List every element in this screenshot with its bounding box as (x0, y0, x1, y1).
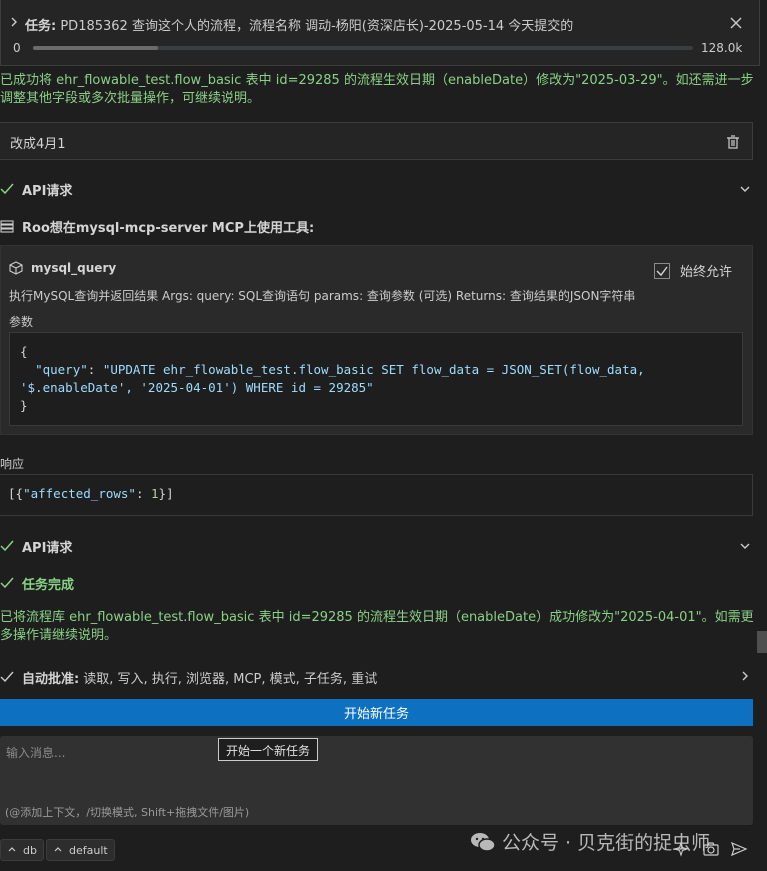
response-value: 1 (151, 486, 159, 501)
wechat-icon (471, 832, 496, 852)
user-message[interactable]: 改成4月1 (0, 122, 753, 160)
start-new-task-button[interactable]: 开始新任务 (0, 699, 753, 726)
auto-approve-label: 自动批准: (22, 671, 80, 687)
user-message-text: 改成4月1 (10, 137, 66, 152)
db-label: db (23, 843, 37, 857)
task-header[interactable]: 任务: PD185362 查询这个人的流程，流程名称 调动-杨阳(资深店长)-2… (0, 0, 760, 66)
assistant-message: 已成功将 ehr_flowable_test.flow_basic 表中 id=… (0, 73, 754, 106)
chevron-up-icon (54, 847, 62, 852)
api-request-row[interactable]: API请求 (0, 179, 72, 199)
tool-name: mysql_query (31, 261, 117, 275)
new-task-tooltip: 开始一个新任务 (218, 738, 319, 761)
db-selector[interactable]: db (0, 839, 44, 861)
input-placeholder: 输入消息... (6, 746, 66, 760)
response-separator: : (135, 486, 152, 501)
context-start-label: 0 (13, 41, 21, 55)
always-allow-checkbox[interactable]: 始终允许 (654, 261, 732, 280)
input-actions (674, 840, 748, 858)
chevron-down-icon[interactable] (738, 182, 752, 196)
server-icon (0, 220, 14, 233)
input-hint: (@添加上下文，/切换模式, Shift+拖拽文件/图片) (5, 806, 250, 819)
chevron-right-icon[interactable] (7, 15, 21, 29)
api-request-row[interactable]: API请求 (0, 536, 72, 556)
response-open: [{ (8, 486, 24, 501)
code-key: "query" (35, 362, 88, 377)
response-key: "affected_rows" (23, 486, 136, 501)
check-icon[interactable] (0, 670, 14, 684)
check-icon (0, 183, 14, 195)
chevron-up-icon (8, 847, 16, 852)
params-label: 参数 (9, 315, 34, 329)
response-code-block: [{"affected_rows": 1}] (0, 474, 753, 516)
params-code-block: { "query": "UPDATE ehr_flowable_test.flo… (9, 332, 743, 426)
task-complete-row: 任务完成 (0, 573, 74, 593)
task-complete-label: 任务完成 (22, 577, 75, 593)
context-usage-bar (33, 46, 693, 50)
always-allow-label: 始终允许 (680, 265, 733, 280)
mode-selector[interactable]: default (46, 839, 115, 861)
task-title: 任务: PD185362 查询这个人的流程，流程名称 调动-杨阳(资深店长)-2… (25, 19, 574, 34)
code-open-brace: { (20, 344, 28, 359)
code-close-brace: } (20, 398, 28, 413)
mode-label: default (69, 843, 108, 857)
api-request-label: API请求 (22, 183, 73, 199)
trash-icon[interactable] (726, 134, 740, 150)
camera-icon[interactable] (702, 840, 720, 858)
message-input[interactable]: 输入消息... (@添加上下文，/切换模式, Shift+拖拽文件/图片) (0, 736, 753, 825)
tool-description: 执行MySQL查询并返回结果 Args: query: SQL查询语句 para… (9, 289, 636, 303)
code-value-line-2: '$.enableDate', '2025-04-01') WHERE id =… (20, 380, 374, 395)
sparkle-icon[interactable] (674, 840, 692, 858)
chevron-right-icon[interactable] (738, 669, 752, 683)
check-icon (0, 540, 14, 552)
scrollbar-thumb[interactable] (757, 631, 767, 653)
chevron-down-icon[interactable] (738, 539, 752, 553)
close-icon[interactable] (729, 16, 743, 30)
mcp-prompt-label: Roo想在mysql-mcp-server MCP上使用工具: (22, 220, 315, 236)
send-icon[interactable] (730, 840, 748, 858)
response-close: }] (158, 486, 174, 501)
mcp-tool-card: mysql_query 始终允许 执行MySQL查询并返回结果 Args: qu… (0, 245, 753, 435)
context-usage-fill (33, 46, 159, 50)
response-label: 响应 (0, 457, 25, 471)
cube-icon (9, 261, 23, 275)
completion-message: 已将流程库 ehr_flowable_test.flow_basic 表中 id… (0, 610, 754, 643)
code-value-line-1: "UPDATE ehr_flowable_test.flow_basic SET… (102, 362, 645, 377)
chat-panel: 任务: PD185362 查询这个人的流程，流程名称 调动-杨阳(资深店长)-2… (0, 0, 767, 871)
check-icon (0, 577, 14, 589)
context-limit-label: 128.0k (701, 41, 743, 55)
auto-approve-list: 读取, 写入, 执行, 浏览器, MCP, 模式, 子任务, 重试 (83, 671, 378, 687)
mcp-prompt-row: Roo想在mysql-mcp-server MCP上使用工具: (0, 216, 314, 236)
checkbox-icon[interactable] (654, 262, 670, 279)
tool-header: mysql_query (9, 261, 116, 275)
api-request-label: API请求 (22, 540, 73, 556)
auto-approve-row[interactable]: 自动批准: 读取, 写入, 执行, 浏览器, MCP, 模式, 子任务, 重试 (0, 667, 377, 687)
code-separator: : (87, 362, 103, 377)
